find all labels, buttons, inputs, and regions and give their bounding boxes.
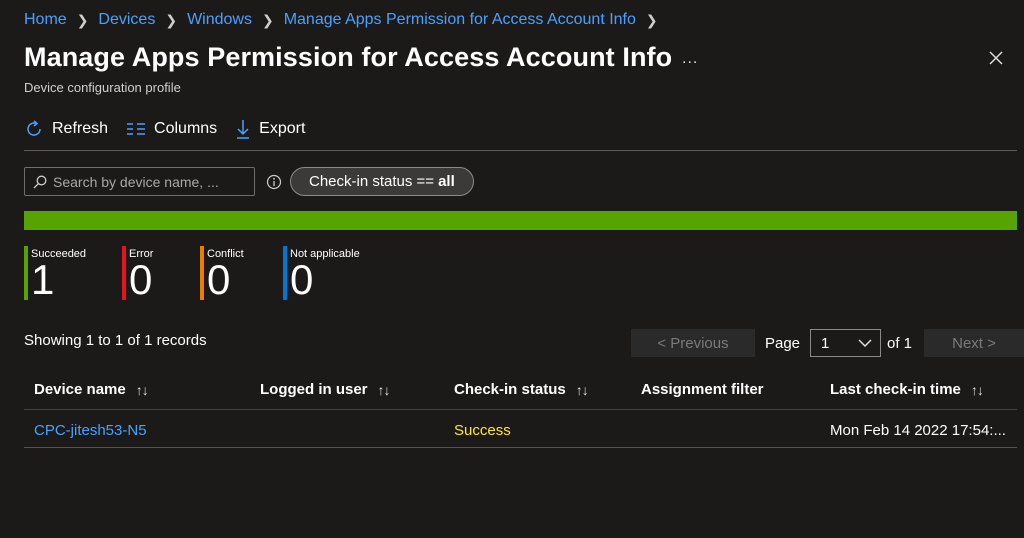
chevron-right-icon: ❯ bbox=[76, 11, 89, 28]
chevron-down-icon bbox=[858, 339, 872, 347]
status-progress-bar bbox=[24, 211, 1017, 230]
stat-bar-succeeded bbox=[24, 246, 28, 300]
chevron-right-icon: ❯ bbox=[645, 11, 658, 28]
columns-button[interactable]: Columns bbox=[126, 116, 217, 142]
stat-value: 1 bbox=[31, 256, 55, 303]
stat-value: 0 bbox=[290, 256, 314, 303]
previous-button[interactable]: < Previous bbox=[631, 329, 755, 357]
pagination: < Previous Page 1 of 1 Next > bbox=[631, 329, 1024, 357]
columns-icon bbox=[127, 123, 146, 135]
records-summary: Showing 1 to 1 of 1 records bbox=[24, 332, 207, 349]
breadcrumb-windows[interactable]: Windows bbox=[187, 11, 252, 29]
info-icon[interactable] bbox=[266, 174, 282, 190]
column-header-device-name[interactable]: Device name ↑↓ bbox=[34, 381, 149, 398]
more-options-button[interactable]: ... bbox=[682, 50, 698, 68]
chevron-right-icon: ❯ bbox=[165, 11, 178, 28]
close-icon bbox=[989, 51, 1003, 65]
breadcrumb-home[interactable]: Home bbox=[24, 11, 67, 29]
page-title: Manage Apps Permission for Access Accoun… bbox=[24, 42, 673, 72]
page-subtitle: Device configuration profile bbox=[24, 80, 181, 95]
stat-value: 0 bbox=[129, 256, 153, 303]
check-in-status-cell: Success bbox=[454, 422, 511, 439]
column-header-logged-in-user[interactable]: Logged in user ↑↓ bbox=[260, 381, 391, 398]
refresh-label: Refresh bbox=[52, 120, 109, 137]
chevron-right-icon: ❯ bbox=[261, 11, 274, 28]
stat-succeeded: Succeeded 1 bbox=[24, 246, 86, 303]
filter-prefix: Check-in status == bbox=[309, 173, 435, 190]
toolbar: Refresh Columns Export bbox=[24, 116, 1017, 151]
breadcrumb: Home ❯ Devices ❯ Windows ❯ Manage Apps P… bbox=[24, 11, 668, 29]
stat-not-applicable: Not applicable 0 bbox=[283, 246, 360, 303]
column-header-label: Device name bbox=[34, 381, 126, 398]
device-name-link[interactable]: CPC-jitesh53-N5 bbox=[34, 422, 147, 439]
column-header-label: Logged in user bbox=[260, 381, 368, 398]
filter-value: all bbox=[438, 173, 455, 190]
search-input[interactable] bbox=[53, 173, 248, 190]
search-box bbox=[24, 167, 255, 196]
stat-bar-conflict bbox=[200, 246, 204, 300]
page-count-label: of 1 bbox=[887, 334, 913, 352]
stat-bar-error bbox=[122, 246, 126, 300]
table-row: CPC-jitesh53-N5 Success Mon Feb 14 2022 … bbox=[24, 411, 1017, 448]
close-button[interactable] bbox=[988, 50, 1004, 71]
columns-label: Columns bbox=[154, 120, 218, 137]
column-header-label: Check-in status bbox=[454, 381, 566, 398]
column-header-assignment-filter[interactable]: Assignment filter bbox=[641, 381, 764, 398]
sort-icon: ↑↓ bbox=[575, 381, 589, 398]
download-icon bbox=[237, 120, 250, 139]
last-check-in-time-cell: Mon Feb 14 2022 17:54:... bbox=[830, 422, 1006, 439]
sort-icon: ↑↓ bbox=[377, 381, 391, 398]
breadcrumb-profile[interactable]: Manage Apps Permission for Access Accoun… bbox=[284, 11, 636, 29]
page-select-value: 1 bbox=[821, 334, 830, 352]
next-button[interactable]: Next > bbox=[924, 329, 1024, 357]
export-label: Export bbox=[259, 120, 306, 137]
progress-fill-succeeded bbox=[24, 211, 1017, 230]
column-header-last-check-in-time[interactable]: Last check-in time ↑↓ bbox=[830, 381, 984, 398]
column-header-label: Last check-in time bbox=[830, 381, 961, 398]
sort-icon: ↑↓ bbox=[970, 381, 984, 398]
stat-error: Error 0 bbox=[122, 246, 153, 303]
page-label: Page bbox=[764, 334, 801, 352]
search-icon bbox=[33, 175, 47, 188]
stat-value: 0 bbox=[207, 256, 231, 303]
stat-bar-not-applicable bbox=[283, 246, 287, 300]
table-header: Device name ↑↓ Logged in user ↑↓ Check-in … bbox=[24, 372, 1017, 410]
check-in-status-filter[interactable]: Check-in status == all bbox=[290, 167, 474, 196]
refresh-icon bbox=[27, 120, 41, 136]
export-button[interactable]: Export bbox=[235, 116, 305, 142]
column-header-label: Assignment filter bbox=[641, 381, 764, 398]
page-select[interactable]: 1 bbox=[810, 329, 881, 357]
column-header-check-in-status[interactable]: Check-in status ↑↓ bbox=[454, 381, 589, 398]
filter-row: Check-in status == all bbox=[24, 167, 474, 196]
refresh-button[interactable]: Refresh bbox=[24, 116, 108, 142]
breadcrumb-devices[interactable]: Devices bbox=[98, 11, 155, 29]
stat-conflict: Conflict 0 bbox=[200, 246, 244, 303]
sort-icon: ↑↓ bbox=[135, 381, 149, 398]
